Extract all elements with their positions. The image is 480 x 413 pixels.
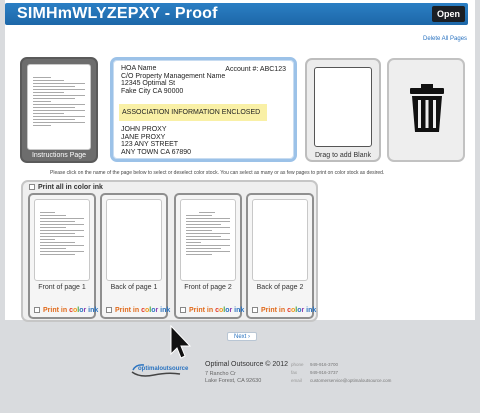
company-logo: optimaloutsource (130, 362, 188, 378)
email-value[interactable]: customerservice@optimaloutsource.com (310, 378, 391, 383)
title-bar: SIMHmWLYZEPXY - Proof Open (5, 3, 468, 25)
instructions-page-card[interactable]: Instructions Page (20, 57, 98, 163)
print-in-color-option[interactable]: Print in color ink (180, 307, 244, 314)
page-label[interactable]: Back of page 2 (248, 284, 312, 291)
page-card-back-1[interactable]: Back of page 1 Print in color ink (100, 193, 170, 319)
page-thumbnail (180, 199, 236, 281)
blank-page-thumbnail (314, 67, 372, 147)
page-card-back-2[interactable]: Back of page 2 Print in color ink (246, 193, 316, 319)
logo-text: optimaloutsource (138, 366, 189, 372)
instructions-page-caption: Instructions Page (31, 152, 87, 159)
address-block: HOA Name C/O Property Management Name 12… (110, 57, 297, 162)
association-highlight: ASSOCIATION INFORMATION ENCLOSED (119, 104, 267, 121)
page-label[interactable]: Back of page 1 (102, 284, 166, 291)
open-button[interactable]: Open (431, 6, 465, 22)
fax-value: 949-916-3737 (310, 370, 339, 375)
footer-address-line: Lake Forest, CA 92630 (205, 378, 262, 384)
account-number: Account #: ABC123 (225, 66, 286, 73)
print-all-color-toggle[interactable]: Print all in color ink (29, 184, 103, 191)
page-title: SIMHmWLYZEPXY - Proof (17, 5, 218, 22)
trash-dropzone[interactable] (387, 58, 465, 162)
color-checkbox[interactable] (34, 307, 40, 313)
fax-label: fax (291, 370, 298, 375)
instruction-text: Please click on the name of the page bel… (50, 170, 385, 176)
instructions-page-thumbnail (27, 64, 91, 150)
page-thumbnail (34, 199, 90, 281)
color-ink-panel: Print all in color ink Front of page 1 P… (21, 180, 318, 322)
page-label[interactable]: Front of page 1 (30, 284, 94, 291)
trash-icon (410, 84, 444, 132)
print-all-checkbox[interactable] (29, 184, 35, 190)
footer-address-line: 7 Rancho Cr (205, 371, 236, 377)
print-in-color-option[interactable]: Print in color ink (252, 307, 316, 314)
page-card-front-2[interactable]: Front of page 2 Print in color ink (174, 193, 244, 319)
mouse-pointer-icon (170, 325, 192, 359)
page-card-front-1[interactable]: Front of page 1 Print in color ink (28, 193, 98, 319)
page-thumbnail (252, 199, 308, 281)
add-blank-dropzone[interactable]: Drag to add Blank (305, 58, 381, 162)
recipient-address: JOHN PROXY JANE PROXY 123 ANY STREET ANY… (121, 126, 192, 156)
email-label: email (291, 378, 302, 383)
footer-company: Optimal Outsource © 2012 (205, 361, 288, 368)
delete-all-pages-link[interactable]: Delete All Pages (423, 36, 467, 42)
sender-address: HOA Name C/O Property Management Name 12… (121, 65, 226, 95)
print-in-color-option[interactable]: Print in color ink (106, 307, 170, 314)
page-thumbnail (106, 199, 162, 281)
color-checkbox[interactable] (180, 307, 186, 313)
next-button[interactable]: Next › (227, 332, 257, 341)
phone-label: phone (291, 362, 304, 367)
phone-value: 949-916-3700 (310, 362, 339, 367)
color-checkbox[interactable] (252, 307, 258, 313)
print-in-color-option[interactable]: Print in color ink (34, 307, 98, 314)
page-label[interactable]: Front of page 2 (176, 284, 240, 291)
color-checkbox[interactable] (106, 307, 112, 313)
add-blank-caption: Drag to add Blank (314, 152, 372, 159)
